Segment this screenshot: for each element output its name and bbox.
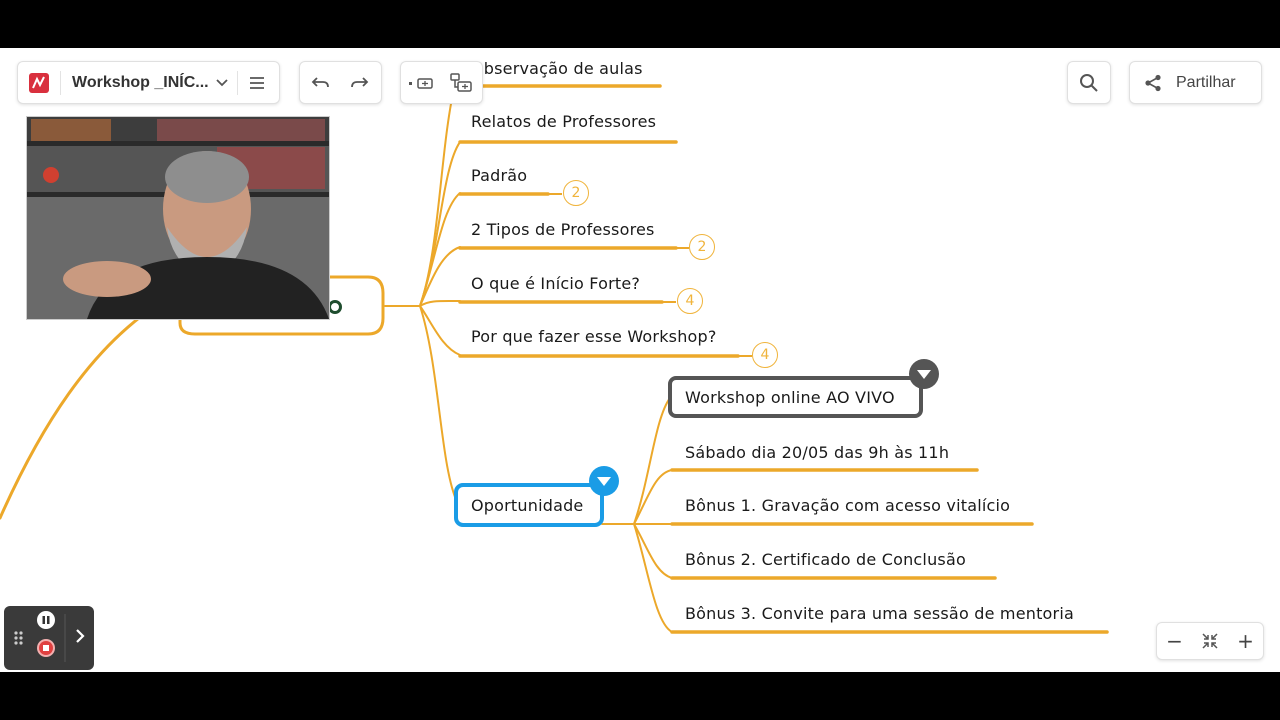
- node-online[interactable]: Workshop online AO VIVO: [685, 388, 895, 407]
- connector-bonus2: [633, 523, 673, 579]
- zoom-controls: − +: [1156, 622, 1264, 660]
- zoom-out-button[interactable]: −: [1157, 623, 1192, 659]
- fit-to-screen-icon[interactable]: [1192, 623, 1228, 659]
- badge-inicio[interactable]: 4: [677, 288, 703, 314]
- node-padrao[interactable]: Padrão: [471, 166, 527, 185]
- node-porque[interactable]: Por que fazer esse Workshop?: [471, 327, 717, 346]
- redo-icon[interactable]: [340, 62, 380, 103]
- node-bonus3[interactable]: Bônus 3. Convite para uma sessão de ment…: [685, 604, 1074, 623]
- node-bonus1[interactable]: Bônus 1. Gravação com acesso vitalício: [685, 496, 1010, 515]
- node-oportunidade[interactable]: Oportunidade: [471, 496, 583, 515]
- node-bonus2[interactable]: Bônus 2. Certificado de Conclusão: [685, 550, 966, 569]
- share-icon: [1130, 62, 1176, 103]
- share-button[interactable]: Partilhar: [1129, 61, 1262, 104]
- history-toolbar: [299, 61, 382, 104]
- pause-icon: [37, 611, 55, 629]
- connector-inicio: [419, 299, 461, 307]
- connector-sabado: [633, 469, 673, 525]
- chevron-down-icon: [215, 78, 228, 86]
- node-sabado[interactable]: Sábado dia 20/05 das 9h às 11h: [685, 443, 949, 462]
- doc-title: Workshop _INÍC...: [72, 73, 209, 91]
- search-icon[interactable]: [1068, 62, 1110, 103]
- undo-icon[interactable]: [300, 62, 340, 103]
- chevron-right-icon: [76, 629, 85, 643]
- node-observacao[interactable]: Observação de aulas: [471, 59, 643, 78]
- webcam-overlay[interactable]: [26, 116, 330, 320]
- share-label: Partilhar: [1176, 73, 1236, 91]
- connector-online: [633, 397, 671, 525]
- badge-porque[interactable]: 4: [752, 342, 778, 368]
- connector-observacao: [419, 83, 456, 307]
- hamburger-menu-icon[interactable]: [238, 62, 276, 103]
- drag-handle-icon: [14, 631, 23, 645]
- node-relatos[interactable]: Relatos de Professores: [471, 112, 656, 131]
- branch-left: [0, 301, 162, 520]
- add-child-icon[interactable]: [441, 62, 481, 103]
- badge-padrao[interactable]: 2: [563, 180, 589, 206]
- presenter-video-frame: [27, 117, 329, 319]
- search-toolbar: [1067, 61, 1111, 104]
- zoom-in-button[interactable]: +: [1228, 623, 1263, 659]
- logo-icon[interactable]: [18, 62, 60, 103]
- add-sibling-icon[interactable]: [401, 62, 441, 103]
- badge-tipos[interactable]: 2: [689, 234, 715, 260]
- connector-tipos: [419, 246, 461, 307]
- mindmap-canvas[interactable]: Observação de aulas Relatos de Professor…: [0, 48, 1280, 672]
- node-inicio[interactable]: O que é Início Forte?: [471, 274, 640, 293]
- connector-bonus3: [633, 523, 673, 633]
- document-toolbar: Workshop _INÍC...: [17, 61, 280, 104]
- node-tipos[interactable]: 2 Tipos de Professores: [471, 220, 655, 239]
- recording-widget: [4, 606, 94, 670]
- node-tools-toolbar: [400, 61, 483, 104]
- doc-title-dropdown[interactable]: Workshop _INÍC...: [61, 62, 237, 103]
